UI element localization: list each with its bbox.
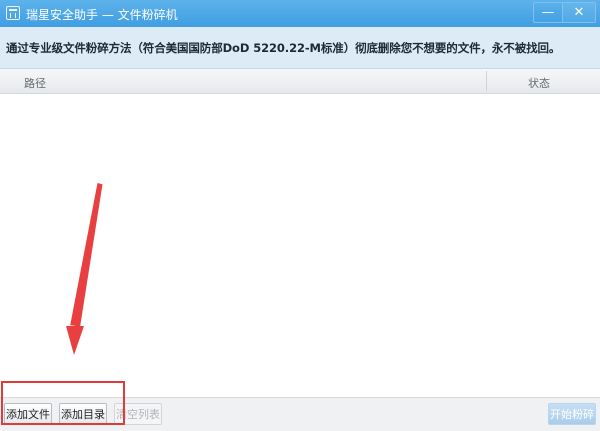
- table-header: 路径 状态: [0, 69, 600, 94]
- title-bar[interactable]: 瑞星安全助手 — 文件粉碎机 — ✕: [0, 0, 600, 27]
- file-list[interactable]: [0, 94, 600, 397]
- window-controls: — ✕: [533, 2, 596, 23]
- minimize-button[interactable]: —: [534, 3, 562, 22]
- file-shredder-window: 瑞星安全助手 — 文件粉碎机 — ✕ 通过专业级文件粉碎方法（符合美国国防部Do…: [0, 0, 600, 431]
- add-directory-button[interactable]: 添加目录: [59, 403, 107, 425]
- column-divider[interactable]: [486, 71, 487, 91]
- close-icon: ✕: [573, 5, 585, 20]
- info-banner: 通过专业级文件粉碎方法（符合美国国防部DoD 5220.22-M标准）彻底删除您…: [0, 27, 600, 69]
- close-button[interactable]: ✕: [562, 3, 595, 22]
- column-header-path[interactable]: 路径: [24, 75, 46, 91]
- banner-text: 通过专业级文件粉碎方法（符合美国国防部DoD 5220.22-M标准）彻底删除您…: [6, 41, 561, 55]
- minimize-icon: —: [541, 5, 555, 20]
- column-header-status[interactable]: 状态: [528, 75, 550, 91]
- start-shred-button[interactable]: 开始粉碎: [548, 403, 596, 425]
- window-title: 瑞星安全助手 — 文件粉碎机: [26, 8, 178, 22]
- add-file-button[interactable]: 添加文件: [4, 403, 52, 425]
- shredder-icon: [6, 6, 20, 20]
- bottom-toolbar: 添加文件 添加目录 清空列表 开始粉碎: [0, 397, 600, 431]
- clear-list-button[interactable]: 清空列表: [114, 403, 162, 425]
